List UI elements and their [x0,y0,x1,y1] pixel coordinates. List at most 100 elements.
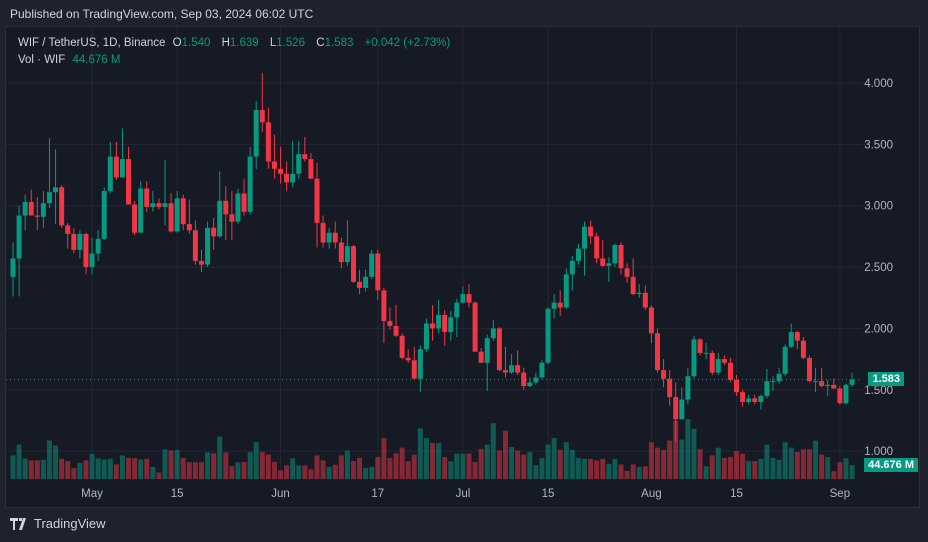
candle-body [381,290,387,322]
candle-body [138,188,144,233]
volume-bar [521,454,527,479]
candle-body [709,352,715,373]
candle-body [727,362,733,380]
candle-body [752,398,758,403]
volume-bar [46,440,52,479]
volume-bar [782,442,788,479]
volume-bar [223,452,229,479]
candle-body [788,332,794,347]
candle-body [618,244,624,269]
volume-bar [679,439,685,479]
candle-body [484,338,490,363]
candle-body [478,351,484,363]
volume-bar [83,460,89,479]
volume-bar [624,470,630,479]
price-tick-label: 1.500 [864,385,893,397]
candle-body [405,357,411,361]
volume-bar [387,457,393,479]
volume-bar [375,456,381,479]
volume-bar [636,466,642,479]
volume-bar [308,469,314,479]
volume-bar [715,447,721,479]
candle-body [83,233,89,268]
candle-body [515,365,521,373]
open-value: 1.540 [181,37,211,49]
volume-bar [575,457,581,479]
volume-bar [472,461,478,479]
candle-body [849,379,855,385]
volume-bar [582,458,588,479]
open-label: O [172,37,182,49]
candle-body [369,253,375,277]
candle-body [721,359,727,363]
volume-bar [65,461,71,479]
volume-bar [843,458,849,479]
candle-body [734,379,740,393]
candlestick-chart[interactable]: 4.000 3.500 3.000 2.500 2.000 1.500 1.000 May 1… [0,0,928,542]
candle-body [393,325,399,336]
tradingview-logo[interactable]: TradingView [10,516,106,531]
candle-body [113,156,119,178]
volume-bar [247,452,253,479]
candle-body [448,317,454,333]
candle-body [442,314,448,333]
candle-body [594,236,600,259]
candle-body [247,156,253,212]
candle-body [460,294,466,303]
candle-body [168,203,174,232]
candle-body [229,214,235,222]
volume-bar [34,460,40,479]
candle-body [509,365,515,373]
volume-bar [545,444,551,479]
candle-body [454,302,460,318]
time-tick-label: May [81,488,103,500]
candle-body [192,230,198,261]
last-price-tag: 1.583 [868,372,904,386]
candle-body [843,384,849,404]
volume-bar [752,461,758,479]
candle-body [740,392,746,403]
volume-bar [150,466,156,479]
volume-bar [557,449,563,479]
grid [6,27,862,480]
volume-bar [788,447,794,479]
candle-body [302,154,308,160]
close-value: 1.583 [324,37,354,49]
candle-body [502,370,508,373]
candle-body [132,204,138,233]
last-volume-tag: 44.676 M [864,458,918,472]
price-tick-label: 4.000 [864,78,893,90]
candle-body [825,384,831,387]
time-tick-label: Aug [641,488,661,500]
candle-body [284,173,290,183]
volume-bar [430,443,436,479]
volume-bar [411,454,417,479]
candle-body [794,332,800,341]
volume-bar [326,466,332,479]
candle-body [819,381,825,387]
candle-body [375,253,381,291]
candle-body [776,373,782,382]
legend-volume-row: Vol · WIF 44.676 M [18,52,454,69]
volume-bar [667,440,673,479]
volume-bar [727,456,733,479]
symbol-info[interactable]: WIF / TetherUS, 1D, Binance [18,37,165,49]
volume-bar [296,465,302,479]
time-tick-label: Jun [271,488,290,500]
volume-bar [691,428,697,479]
volume-bar [138,459,144,479]
volume-bar [271,461,277,479]
candle-body [551,302,557,309]
candle-body [198,260,204,265]
candle-body [679,399,685,420]
volume-bar [800,449,806,479]
volume-bar [819,454,825,479]
candle-body [101,190,107,239]
candle-body [399,335,405,358]
candle-body [126,159,132,205]
volume-bar [569,449,575,479]
volume-bar [332,464,338,479]
candle-body [430,323,436,329]
price-tick-label: 1.000 [864,446,893,458]
volume-bar [344,450,350,479]
